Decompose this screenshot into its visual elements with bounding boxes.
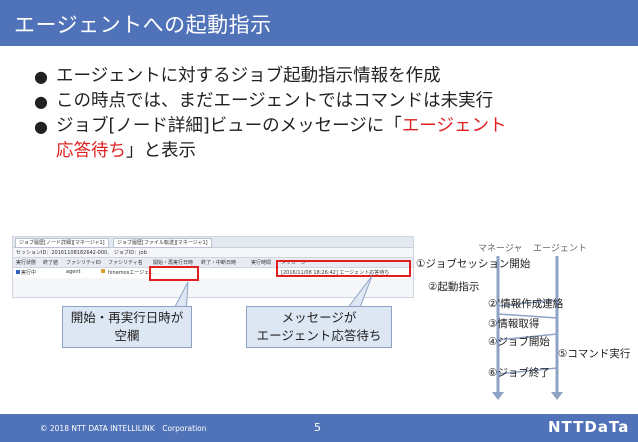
page-number: 5: [314, 421, 321, 434]
step-1-session-start: ①ジョブセッション開始: [416, 258, 531, 270]
manager-label: マネージャ: [478, 244, 523, 254]
agent-arrowhead: [551, 392, 563, 400]
callout-start-time-empty: 開始・再実行日時が 空欄: [62, 306, 192, 348]
agent-label: エージェント: [533, 244, 587, 254]
step-6-job-end: ⑥ジョブ終了: [488, 367, 550, 379]
copyright: © 2018 NTT DATA INTELLILINK Corporation: [40, 424, 207, 433]
nttdata-logo: NTTDaTa: [548, 418, 630, 436]
step-2-launch-instruction: ②起動指示: [428, 281, 480, 293]
step-3-info-get: ③情報取得: [488, 318, 540, 330]
step-4-job-start: ④ジョブ開始: [488, 336, 550, 348]
step-5-command-run: ⑤コマンド実行: [558, 348, 631, 360]
step-2b-info-create: ②'情報作成連絡: [488, 298, 564, 310]
footer-bar: © 2018 NTT DATA INTELLILINK Corporation …: [0, 414, 638, 442]
callout-message-waiting: メッセージが エージェント応答待ち: [246, 306, 392, 348]
manager-arrowhead: [492, 392, 504, 400]
